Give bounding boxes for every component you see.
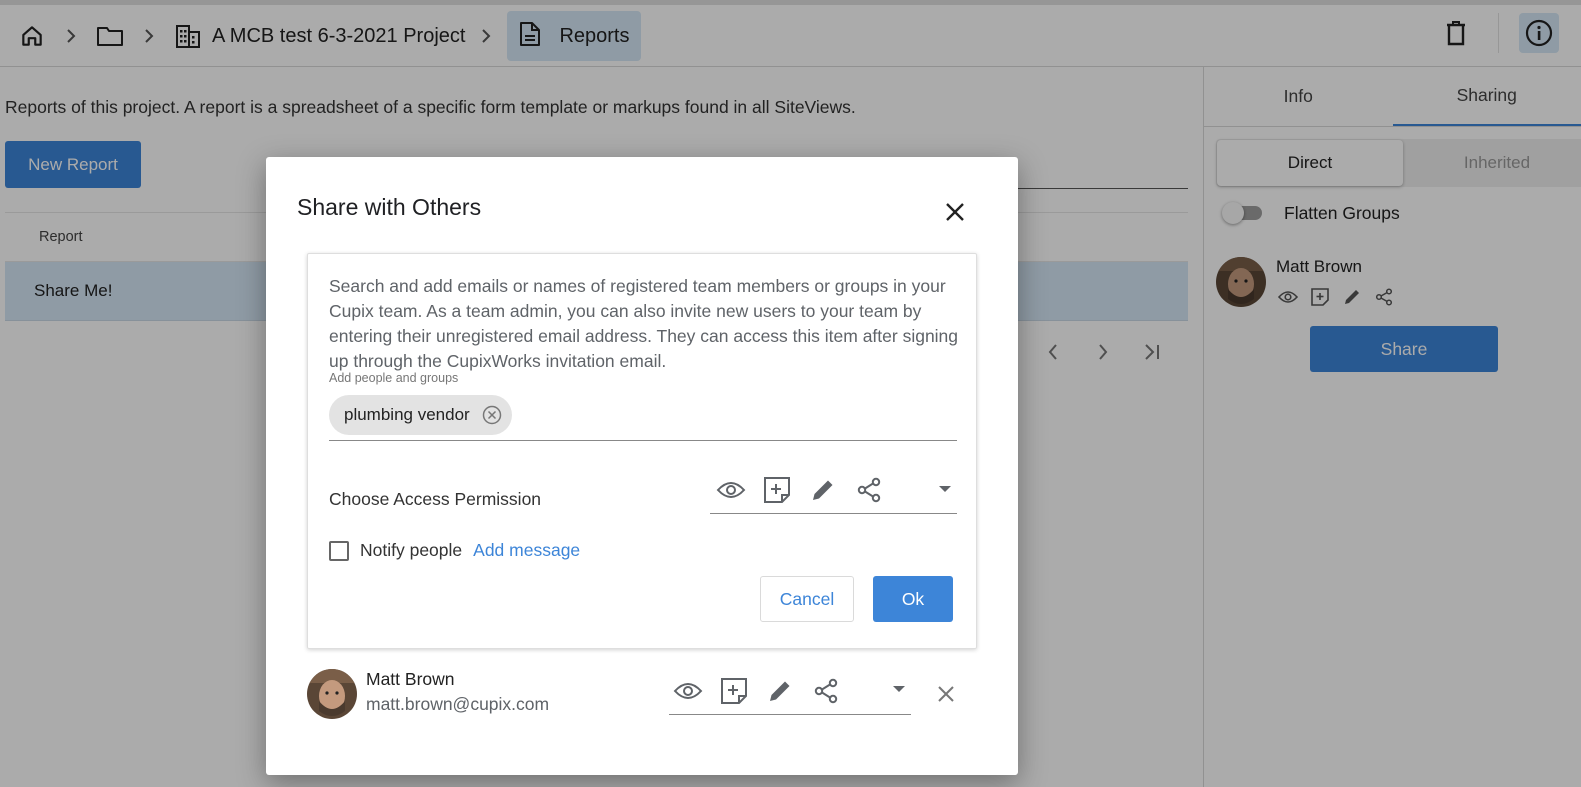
recipient-chip-label: plumbing vendor — [344, 405, 470, 424]
dialog-title: Share with Others — [297, 194, 482, 220]
remove-member-icon[interactable] — [932, 680, 960, 708]
dropdown-arrow-icon[interactable] — [935, 485, 955, 497]
close-icon[interactable] — [938, 195, 972, 229]
member-row: Matt Brown matt.brown@cupix.com — [307, 667, 977, 723]
cancel-button[interactable]: Cancel — [760, 576, 854, 622]
notify-label: Notify people — [360, 540, 463, 560]
pencil-icon — [807, 474, 839, 506]
pencil-icon — [764, 675, 796, 707]
add-note-icon — [718, 675, 750, 707]
ok-button[interactable]: Ok — [873, 576, 953, 622]
dropdown-arrow-icon[interactable] — [889, 685, 909, 697]
add-message-link[interactable]: Add message — [473, 540, 580, 561]
share-dialog: Share with Others Search and add emails … — [266, 157, 1018, 775]
notify-checkbox[interactable] — [329, 540, 349, 561]
eye-icon — [715, 474, 747, 506]
member-name: Matt Brown — [366, 669, 455, 689]
notify-row: Notify people Add message — [329, 540, 580, 561]
add-people-input[interactable] — [329, 440, 957, 441]
share-help-text: Search and add emails or names of regist… — [329, 276, 959, 371]
add-people-label: Add people and groups — [329, 371, 459, 385]
recipient-chip[interactable]: plumbing vendor — [329, 395, 512, 435]
share-icon — [853, 474, 885, 506]
eye-icon — [672, 675, 704, 707]
remove-chip-icon[interactable] — [482, 405, 502, 425]
add-note-icon — [761, 474, 793, 506]
avatar — [307, 669, 357, 719]
permission-select[interactable] — [710, 467, 957, 514]
permission-label: Choose Access Permission — [329, 489, 542, 509]
member-permission-select[interactable] — [669, 667, 911, 715]
share-form: Search and add emails or names of regist… — [307, 253, 977, 649]
member-email: matt.brown@cupix.com — [366, 694, 550, 714]
share-icon — [810, 675, 842, 707]
